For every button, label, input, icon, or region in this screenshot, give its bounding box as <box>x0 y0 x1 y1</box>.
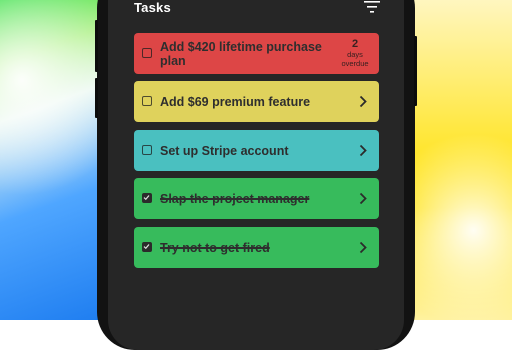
filter-icon[interactable] <box>364 1 380 13</box>
due-status: overdue <box>341 59 369 68</box>
task-item[interactable]: Add $420 lifetime purchase plan 2 days o… <box>134 33 379 74</box>
background-right <box>402 0 512 320</box>
chevron-right-icon <box>359 241 367 254</box>
task-checkbox[interactable] <box>142 96 152 106</box>
task-label: Add $420 lifetime purchase plan <box>160 39 322 68</box>
chevron-right-icon <box>359 192 367 205</box>
task-item[interactable]: Add $69 premium feature <box>134 81 379 122</box>
checkmark-icon <box>143 244 150 250</box>
task-item[interactable]: Set up Stripe account <box>134 130 379 171</box>
app-header: Tasks <box>134 0 380 16</box>
task-label: Try not to get fired <box>160 240 270 255</box>
task-item[interactable]: Slap the project manager <box>134 178 379 219</box>
task-item[interactable]: Try not to get fired <box>134 227 379 268</box>
task-label: Add $69 premium feature <box>160 94 311 109</box>
checkmark-icon <box>143 195 150 201</box>
task-checkbox[interactable] <box>142 193 152 203</box>
due-unit: days <box>347 50 363 59</box>
chevron-right-icon <box>359 144 367 157</box>
page-title: Tasks <box>134 0 171 15</box>
task-checkbox[interactable] <box>142 145 152 155</box>
task-checkbox[interactable] <box>142 48 152 58</box>
phone-side-button <box>414 36 417 106</box>
due-count: 2 <box>351 38 359 50</box>
background-left <box>0 0 110 320</box>
task-label: Slap the project manager <box>160 191 310 206</box>
task-label: Set up Stripe account <box>160 143 289 158</box>
phone-side-button <box>95 20 98 72</box>
task-checkbox[interactable] <box>142 242 152 252</box>
chevron-right-icon <box>359 95 367 108</box>
phone-side-button <box>95 78 98 118</box>
due-indicator: 2 days overdue <box>338 38 372 68</box>
